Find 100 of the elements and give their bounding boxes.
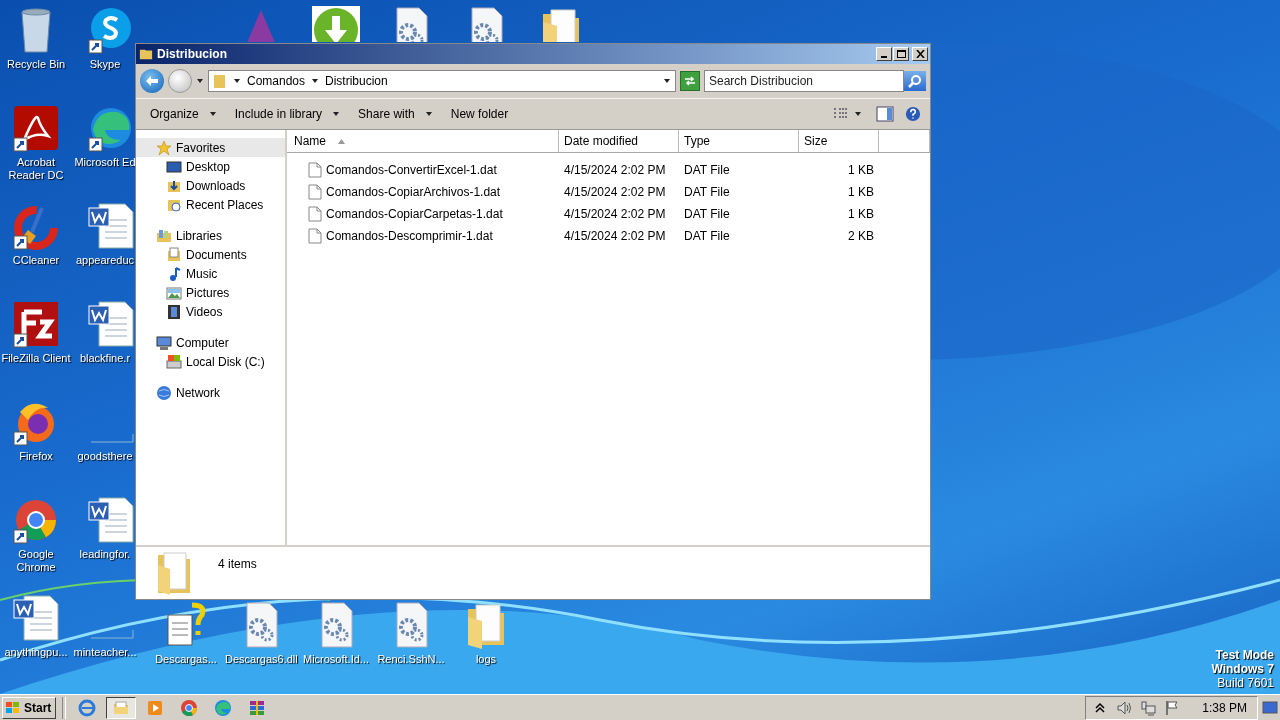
icon-label: FileZilla Client — [0, 352, 72, 365]
breadcrumb[interactable]: Distribucion — [325, 74, 388, 88]
table-cell-text: 1 KB — [847, 207, 875, 221]
word-document-icon[interactable] — [87, 202, 135, 250]
table-cell-text: 4/15/2024 2:02 PM — [563, 229, 667, 243]
nav-item[interactable]: Videos — [136, 302, 285, 321]
nav-item[interactable]: Pictures — [136, 283, 285, 302]
word-document-icon[interactable] — [12, 594, 60, 642]
ie-icon — [78, 698, 97, 717]
icon-label: Descargas6.dll — [225, 653, 297, 666]
breadcrumb[interactable]: Comandos — [247, 74, 306, 88]
file-icon — [308, 184, 322, 200]
table-cell[interactable]: Comandos-CopiarCarpetas-1.dat — [303, 206, 559, 222]
table-cell-text: DAT File — [683, 185, 731, 199]
icon-label: appeareduc — [75, 254, 135, 267]
icon-label: Acrobat Reader DC — [7, 156, 65, 182]
caret-icon[interactable] — [663, 77, 671, 85]
table-cell-text: DAT File — [683, 229, 731, 243]
nav-item[interactable]: Local Disk (C:) — [136, 352, 285, 371]
network-icon[interactable] — [1140, 699, 1157, 716]
table-cell[interactable]: Comandos-ConvertirExcel-1.dat — [303, 162, 559, 178]
star-icon — [156, 139, 172, 156]
clock[interactable]: 1:38 PM — [1202, 700, 1247, 715]
nav-item[interactable]: Libraries — [136, 226, 285, 245]
icon-label: Microsoft Ed — [75, 156, 135, 169]
table-cell-text: 4/15/2024 2:02 PM — [563, 163, 667, 177]
caret-icon[interactable] — [854, 110, 862, 118]
icon-label: Microsoft.Id... — [302, 653, 370, 666]
close-button[interactable] — [912, 47, 928, 61]
table-cell-text: 1 KB — [847, 185, 875, 199]
word-document-icon[interactable] — [87, 496, 135, 544]
icon-label: blackfine.r — [78, 352, 132, 365]
desktop-icon — [166, 158, 182, 175]
search-button[interactable] — [904, 71, 926, 91]
toolbar-button[interactable]: Organize — [144, 103, 225, 125]
speaker-icon[interactable] — [1116, 699, 1133, 716]
acrobat-icon[interactable] — [12, 104, 60, 152]
nav-item[interactable]: Recent Places — [136, 195, 285, 214]
icon-label: Google Chrome — [15, 548, 57, 574]
icon-label: goodsthere — [76, 450, 134, 463]
filezilla-icon[interactable] — [12, 300, 60, 348]
nav-item[interactable]: Documents — [136, 245, 285, 264]
icon-label: minteacher... — [75, 646, 135, 659]
network-icon — [156, 384, 172, 401]
back-button[interactable] — [140, 69, 164, 93]
table-cell[interactable]: Comandos-Descomprimir-1.dat — [303, 228, 559, 244]
help-icon[interactable] — [904, 106, 922, 122]
close-icon — [915, 50, 925, 58]
show-desktop-icon[interactable] — [1262, 699, 1278, 716]
refresh-button[interactable] — [680, 71, 700, 91]
nav-item[interactable]: Desktop — [136, 157, 285, 176]
table-cell[interactable]: Comandos-CopiarArchivos-1.dat — [303, 184, 559, 200]
toolbar-button[interactable]: Share with — [352, 103, 441, 125]
toolbar-button[interactable]: Include in library — [228, 103, 349, 125]
maximize-button[interactable] — [893, 47, 909, 61]
minimize-button[interactable] — [876, 47, 892, 61]
explorer-taskbar-button[interactable] — [106, 696, 137, 719]
download-icon[interactable] — [312, 6, 360, 42]
window-title: Distribucion — [157, 47, 228, 61]
icon-label: Renci.SshN... — [376, 653, 446, 666]
nav-item[interactable]: Computer — [136, 333, 285, 352]
table-cell-text: 1 KB — [847, 163, 875, 177]
preview-pane-icon[interactable] — [876, 106, 894, 122]
maximize-icon — [896, 50, 906, 58]
search-field[interactable]: Search Distribucion — [704, 70, 904, 92]
search-icon — [908, 74, 922, 88]
build-text: Build 7601 — [1217, 676, 1274, 690]
toolbar-button[interactable]: New folder — [444, 103, 517, 125]
nav-item[interactable]: Downloads — [136, 176, 285, 195]
nav-item[interactable]: Music — [136, 264, 285, 283]
table-cell-text: 4/15/2024 2:02 PM — [563, 185, 667, 199]
caret-icon[interactable] — [196, 77, 204, 85]
address-bar[interactable]: Comandos Distribucion — [208, 70, 676, 92]
icon-label: logs — [474, 653, 498, 666]
caret-icon — [424, 110, 433, 118]
caret-icon[interactable] — [311, 77, 320, 85]
start-button[interactable]: Start — [2, 696, 57, 719]
nav-item[interactable]: Network — [136, 383, 285, 402]
item-count: 4 items — [218, 556, 257, 571]
caret-icon — [208, 110, 217, 118]
edition-text: Test Mode — [1214, 648, 1274, 662]
file-icon — [308, 162, 322, 178]
back-arrow-icon — [145, 75, 159, 87]
icon-label: CCleaner — [11, 254, 61, 267]
table-cell-text: DAT File — [683, 163, 731, 177]
flag-icon[interactable] — [1164, 699, 1181, 716]
documents-icon — [166, 246, 182, 263]
word-document-icon[interactable] — [87, 300, 135, 348]
icon-label: Recycle Bin — [5, 58, 67, 71]
windows-logo-icon — [5, 700, 21, 715]
pictures-icon — [166, 284, 182, 301]
videos-icon — [166, 303, 182, 320]
caret-icon[interactable] — [233, 77, 241, 85]
media-icon — [146, 698, 165, 717]
explorer-icon — [112, 698, 131, 717]
icon-label: Firefox — [18, 450, 54, 463]
icon-label: Skype — [88, 58, 122, 71]
nav-item[interactable]: Favorites — [136, 138, 285, 157]
winrar-icon — [248, 698, 267, 717]
folder-icon — [139, 47, 153, 61]
